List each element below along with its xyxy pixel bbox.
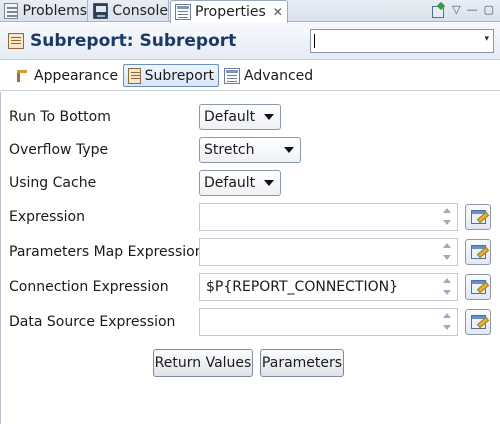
view-toolbar: ▽ — ▢ bbox=[430, 2, 494, 18]
subreport-tab-icon bbox=[128, 67, 141, 84]
overflow-type-select[interactable]: Stretch bbox=[199, 137, 301, 163]
view-tab-bar: Problems Console Properties ✕ ▽ — ▢ bbox=[0, 0, 500, 23]
page-title: Subreport: Subreport bbox=[30, 31, 237, 51]
connection-expression-field[interactable]: $P{REPORT_CONNECTION} bbox=[199, 273, 458, 301]
view-menu-icon[interactable]: ▽ bbox=[452, 2, 460, 18]
expression-edit-button[interactable] bbox=[465, 204, 491, 230]
expression-editor-icon bbox=[471, 280, 486, 294]
data-source-scroll-arrows-icon[interactable] bbox=[443, 313, 451, 331]
data-source-expression-field[interactable] bbox=[199, 308, 458, 336]
run-to-bottom-label: Run To Bottom bbox=[9, 109, 111, 125]
using-cache-value: Default bbox=[204, 175, 256, 191]
data-source-expression-edit-button[interactable] bbox=[465, 309, 491, 335]
element-selector-combo[interactable]: ▾ bbox=[310, 29, 494, 53]
tab-advanced-label: Advanced bbox=[244, 67, 314, 84]
maximize-icon[interactable]: ▢ bbox=[484, 2, 494, 18]
data-source-expression-label: Data Source Expression bbox=[9, 314, 176, 330]
expression-field[interactable] bbox=[199, 203, 458, 231]
tab-appearance[interactable]: Appearance bbox=[10, 64, 122, 87]
tab-console-label: Console bbox=[112, 3, 168, 19]
using-cache-select[interactable]: Default bbox=[199, 170, 281, 196]
chevron-down-icon bbox=[264, 180, 274, 186]
expression-editor-icon bbox=[471, 245, 486, 259]
tab-subreport-label: Subreport bbox=[144, 67, 214, 84]
chevron-down-icon bbox=[264, 114, 274, 120]
parameters-map-expression-field[interactable] bbox=[199, 238, 458, 266]
properties-header: Subreport: Subreport ▾ bbox=[0, 23, 500, 60]
tab-console[interactable]: Console bbox=[89, 0, 169, 22]
tab-properties-label: Properties bbox=[195, 4, 266, 20]
tab-problems[interactable]: Problems bbox=[0, 0, 88, 22]
appearance-icon bbox=[14, 68, 30, 84]
expression-editor-icon bbox=[471, 315, 486, 329]
panel-left-border bbox=[0, 92, 1, 424]
minimize-icon[interactable]: — bbox=[467, 2, 478, 18]
parameters-map-expression-edit-button[interactable] bbox=[465, 239, 491, 265]
text-caret bbox=[314, 34, 315, 48]
expression-scroll-arrows-icon[interactable] bbox=[443, 208, 451, 226]
run-to-bottom-select[interactable]: Default bbox=[199, 104, 281, 130]
chevron-down-icon bbox=[284, 147, 294, 153]
parameters-map-scroll-arrows-icon[interactable] bbox=[443, 243, 451, 261]
return-values-button[interactable]: Return Values bbox=[153, 349, 253, 377]
tab-subreport[interactable]: Subreport bbox=[123, 64, 219, 87]
connection-expression-label: Connection Expression bbox=[9, 279, 169, 295]
parameters-button[interactable]: Parameters bbox=[260, 349, 344, 377]
parameters-map-expression-label: Parameters Map Expression bbox=[9, 244, 204, 260]
tab-appearance-label: Appearance bbox=[34, 67, 119, 84]
connection-expression-edit-button[interactable] bbox=[465, 274, 491, 300]
chevron-down-icon: ▾ bbox=[484, 34, 489, 44]
overflow-type-value: Stretch bbox=[204, 142, 255, 158]
using-cache-label: Using Cache bbox=[9, 175, 97, 191]
tab-properties[interactable]: Properties ✕ bbox=[170, 0, 288, 23]
expression-label: Expression bbox=[9, 209, 85, 225]
tab-advanced[interactable]: Advanced bbox=[220, 64, 317, 87]
subreport-icon bbox=[8, 33, 24, 49]
overflow-type-label: Overflow Type bbox=[9, 142, 109, 158]
connection-expression-value: $P{REPORT_CONNECTION} bbox=[206, 279, 398, 295]
expression-editor-icon bbox=[471, 210, 486, 224]
properties-icon bbox=[175, 4, 191, 20]
tab-problems-label: Problems bbox=[22, 3, 87, 19]
run-to-bottom-value: Default bbox=[204, 109, 256, 125]
pin-view-icon[interactable] bbox=[430, 2, 446, 18]
advanced-icon bbox=[224, 67, 240, 84]
connection-scroll-arrows-icon[interactable] bbox=[443, 278, 451, 296]
problems-icon bbox=[4, 3, 19, 19]
console-icon bbox=[93, 3, 109, 19]
section-tabs: Appearance Subreport Advanced bbox=[0, 61, 500, 91]
close-tab-icon[interactable]: ✕ bbox=[273, 5, 283, 19]
